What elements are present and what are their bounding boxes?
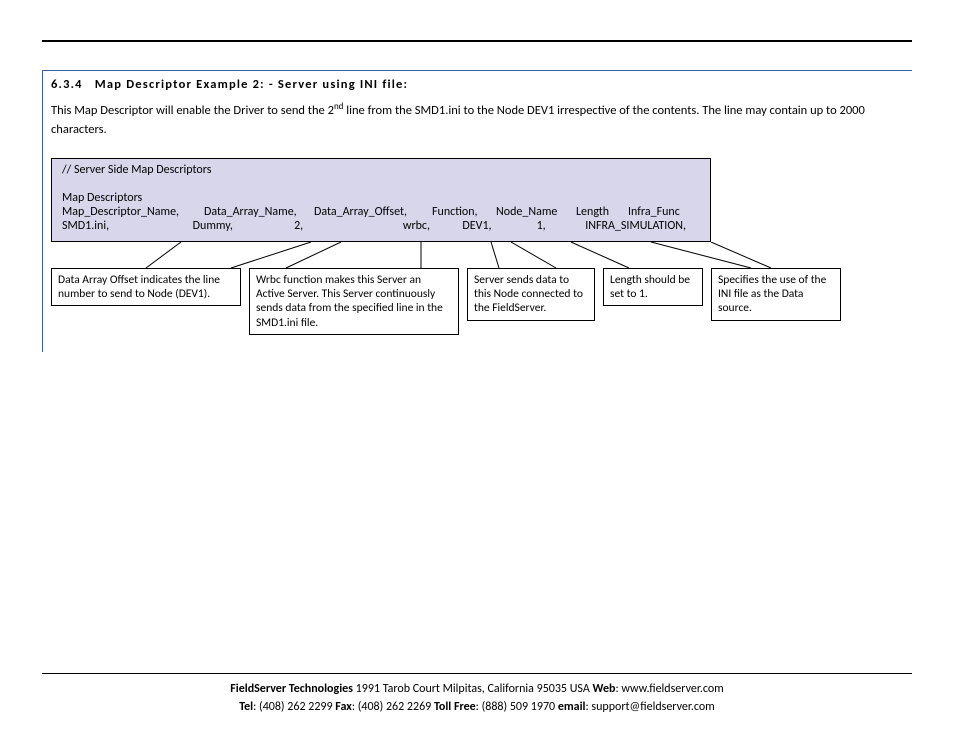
body-sup: nd	[334, 101, 343, 112]
table-wrap: // Server Side Map Descriptors Map Descr…	[51, 158, 904, 352]
val-node-name: DEV1,	[462, 219, 536, 233]
footer-rule	[42, 673, 912, 674]
footer-web-label: Web	[593, 682, 616, 696]
footer-toll-label: Toll Free	[434, 700, 476, 714]
table-value-row: SMD1.ini, Dummy, 2, wrbc, DEV1, 1, INFRA…	[62, 219, 700, 233]
descriptor-table: // Server Side Map Descriptors Map Descr…	[51, 158, 711, 241]
footer-line2: Tel: (408) 262 2299 Fax: (408) 262 2269 …	[0, 698, 954, 716]
body-text: This Map Descriptor will enable the Driv…	[51, 100, 904, 140]
section-heading: 6.3.4 Map Descriptor Example 2: - Server…	[51, 77, 904, 92]
hdr-data-array-offset: Data_Array_Offset,	[314, 205, 432, 219]
hdr-function: Function,	[432, 205, 496, 219]
footer-web-value: : www.fieldserver.com	[615, 682, 723, 696]
val-map-descriptor-name: SMD1.ini,	[62, 219, 193, 233]
footer-toll-value: : (888) 509 1970	[476, 700, 558, 714]
callouts-area: Data Array Offset indicates the line num…	[51, 242, 904, 352]
footer-email-value: : support@fieldserver.com	[585, 700, 714, 714]
callout-length: Length should be set to 1.	[603, 268, 703, 307]
footer-line1: FieldServer Technologies 1991 Tarob Cour…	[0, 680, 954, 698]
callout-infra: Specifies the use of the INI file as the…	[711, 268, 841, 321]
top-rule	[42, 40, 912, 42]
footer-tel-label: Tel	[239, 700, 253, 714]
callout-node: Server sends data to this Node connected…	[467, 268, 595, 321]
body-part1: This Map Descriptor will enable the Driv…	[51, 103, 334, 118]
callout-wrbc: Wrbc function makes this Server an Activ…	[249, 268, 459, 336]
val-data-array-offset: 2,	[294, 219, 403, 233]
hdr-map-descriptor-name: Map_Descriptor_Name,	[62, 205, 204, 219]
val-infra-func: INFRA_SIMULATION,	[585, 219, 700, 233]
table-header-row: Map_Descriptor_Name, Data_Array_Name, Da…	[62, 205, 700, 219]
callout-offset: Data Array Offset indicates the line num…	[51, 268, 241, 307]
hdr-infra-func: Infra_Func	[628, 205, 694, 219]
footer-email-label: email	[558, 700, 586, 714]
hdr-node-name: Node_Name	[496, 205, 576, 219]
footer-fax-label: Fax	[335, 700, 352, 714]
section-number: 6.3.4	[51, 77, 83, 92]
section-title: Map Descriptor Example 2: - Server using…	[95, 77, 408, 92]
footer-tel-value: : (408) 262 2299	[253, 700, 335, 714]
val-length: 1,	[537, 219, 586, 233]
hdr-data-array-name: Data_Array_Name,	[204, 205, 314, 219]
footer-fax-value: : (408) 262 2269	[352, 700, 434, 714]
footer: FieldServer Technologies 1991 Tarob Cour…	[0, 673, 954, 716]
val-function: wrbc,	[403, 219, 463, 233]
footer-company: FieldServer Technologies	[230, 682, 353, 696]
content-box: 6.3.4 Map Descriptor Example 2: - Server…	[42, 70, 912, 352]
table-subtitle: Map Descriptors	[62, 191, 700, 205]
table-title: // Server Side Map Descriptors	[62, 163, 700, 177]
hdr-length: Length	[576, 205, 628, 219]
footer-addr: 1991 Tarob Court Milpitas, California 95…	[353, 682, 593, 696]
val-data-array-name: Dummy,	[193, 219, 294, 233]
